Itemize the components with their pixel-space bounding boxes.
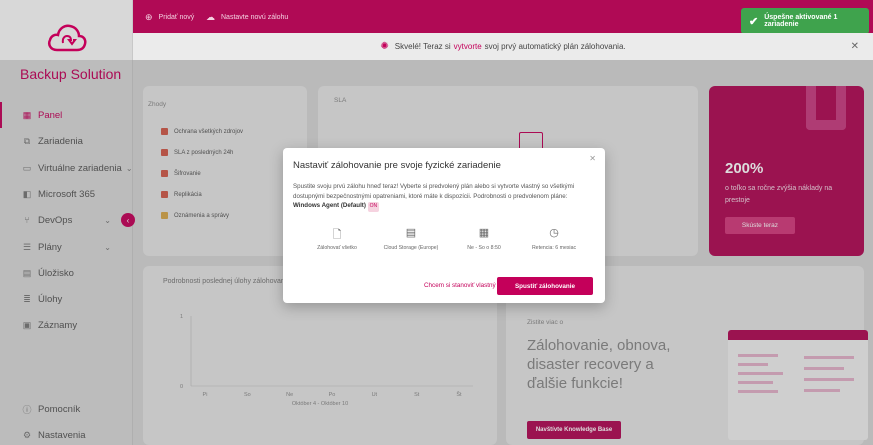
cloud-upload-icon: ☁ — [206, 12, 215, 22]
option-backup-all: 🗋 Zálohovať všetko — [302, 226, 372, 252]
check-icon: ✔ — [749, 15, 759, 28]
plan-status-badge: ON — [367, 202, 380, 212]
close-icon[interactable]: ✕ — [589, 154, 596, 163]
modal-description: Spustite svoju prvú zálohu hneď teraz! V… — [293, 182, 593, 212]
setup-backup-button[interactable]: ☁ Nastavte novú zálohu — [206, 12, 288, 23]
party-icon: ✺ — [380, 41, 389, 52]
notification-banner: ✺ Skvelé! Teraz si vytvorte svoj prvý au… — [133, 33, 873, 60]
add-new-button[interactable]: ⊕ Pridať nový — [145, 12, 194, 23]
cloud-logo-icon — [47, 24, 86, 52]
default-plan-name: Windows Agent (Default) — [293, 202, 366, 209]
plus-circle-icon: ⊕ — [145, 12, 153, 22]
calendar-icon: ▦ — [478, 227, 490, 239]
toast-text: Úspešne aktivované 1 zariadenie — [764, 14, 838, 28]
file-icon: 🗋 — [332, 229, 342, 241]
server-icon: ▤ — [405, 227, 417, 239]
logo — [0, 22, 133, 59]
start-backup-button[interactable]: Spustiť zálohovanie — [497, 277, 593, 295]
close-icon[interactable]: ✕ — [851, 41, 859, 52]
setup-backup-modal: ✕ Nastaviť zálohovanie pre svoje fyzické… — [283, 148, 605, 303]
clock-icon: ◷ — [549, 227, 559, 239]
banner-prefix: Skvelé! Teraz si — [394, 42, 451, 51]
banner-suffix: svoj prvý automatický plán zálohovania. — [484, 42, 626, 51]
option-retention: ◷ Retencia: 6 mesiac — [519, 226, 589, 252]
setup-backup-label: Nastavte novú zálohu — [221, 14, 289, 21]
modal-title: Nastaviť zálohovanie pre svoje fyzické z… — [293, 160, 501, 171]
success-toast: ✔ Úspešne aktivované 1 zariadenie — [741, 8, 869, 34]
option-schedule: ▦ Ne - So o 8:50 — [449, 226, 519, 252]
option-cloud-storage: ▤ Cloud Storage (Europe) — [376, 226, 446, 252]
banner-create-link[interactable]: vytvorte — [454, 42, 482, 51]
add-new-label: Pridať nový — [158, 14, 195, 21]
